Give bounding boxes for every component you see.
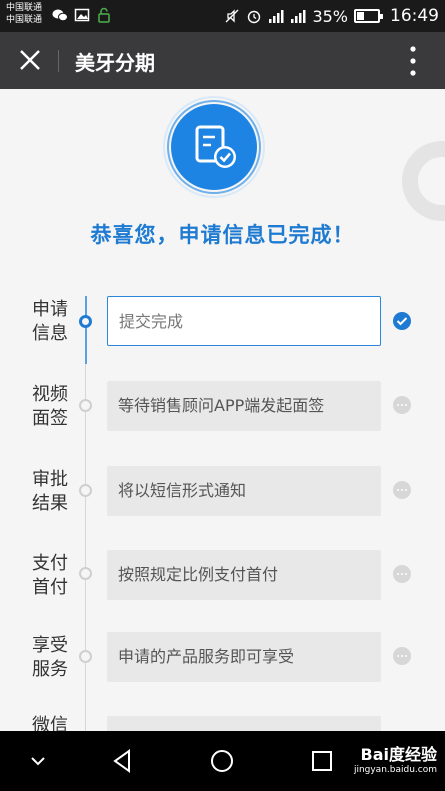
step-label: 支付首付 (32, 553, 68, 598)
step-label: 享受服务 (32, 635, 68, 680)
back-icon[interactable] (107, 745, 139, 777)
wechat-icon (52, 9, 68, 22)
alarm-icon (248, 10, 261, 24)
step-description: 提交完成 (107, 296, 381, 346)
pending-icon (393, 396, 411, 414)
step-description (107, 716, 381, 731)
battery-percent: 35% (312, 6, 348, 26)
step-dot (79, 399, 92, 412)
step-description: 按照规定比例支付首付 (107, 550, 381, 600)
clock: 16:49 (390, 6, 439, 26)
recent-apps-icon[interactable] (306, 745, 338, 777)
pending-icon (393, 481, 411, 499)
step-dot (79, 315, 92, 328)
step-apply-info: 申请信息 提交完成 (0, 296, 445, 376)
signal-h-icon (291, 10, 306, 23)
notification-icons (52, 7, 112, 23)
decorative-circle (402, 141, 445, 221)
page-title: 美牙分期 (75, 51, 155, 75)
step-description: 申请的产品服务即可享受 (107, 632, 381, 682)
carrier-info: 中国联通 中国联通 (6, 2, 42, 26)
step-wechat: 微信 (0, 714, 445, 731)
step-label: 审批结果 (32, 469, 68, 514)
battery-icon (354, 9, 383, 23)
navigation-bar: Bai度经验 jingyan.baidu.com (0, 731, 445, 791)
step-label: 微信 (32, 715, 68, 731)
gallery-icon (74, 8, 90, 22)
main-content: 恭喜您，申请信息已完成！ 申请信息 提交完成 视频面签 等待销售顾问APP端发起… (0, 89, 445, 731)
completed-check-icon (393, 312, 411, 330)
signal-g-icon (269, 10, 284, 23)
status-bar: 中国联通 中国联通 35% 16:49 (0, 0, 445, 32)
pending-icon (393, 647, 411, 665)
step-approval-result: 审批结果 将以短信形式通知 (0, 466, 445, 546)
application-complete-icon (163, 96, 265, 198)
home-icon[interactable] (206, 745, 238, 777)
step-video-sign: 视频面签 等待销售顾问APP端发起面签 (0, 381, 445, 461)
title-bar: 美牙分期 (0, 32, 445, 89)
watermark-url: jingyan.baidu.com (353, 765, 437, 775)
step-down-payment: 支付首付 按照规定比例支付首付 (0, 550, 445, 630)
step-description: 等待销售顾问APP端发起面签 (107, 381, 381, 431)
system-status: 35% 16:49 (224, 6, 439, 26)
step-dot (79, 650, 92, 663)
mute-icon (225, 9, 239, 23)
watermark: Bai度经验 jingyan.baidu.com (354, 741, 437, 775)
step-dot (79, 484, 92, 497)
carrier-2: 中国联通 (6, 15, 43, 25)
lock-icon (98, 7, 110, 23)
pending-icon (393, 565, 411, 583)
title-divider (58, 50, 59, 72)
step-dot (79, 567, 92, 580)
watermark-brand: Bai度经验 (360, 745, 437, 764)
battery-fill (357, 12, 364, 20)
carrier-1: 中国联通 (6, 3, 43, 13)
step-description: 将以短信形式通知 (107, 466, 381, 516)
hide-keyboard-icon[interactable] (22, 745, 54, 777)
step-label: 申请信息 (32, 299, 68, 344)
close-icon[interactable] (14, 44, 46, 76)
more-options-icon[interactable] (403, 44, 423, 78)
step-enjoy-service: 享受服务 申请的产品服务即可享受 (0, 632, 445, 712)
success-message: 恭喜您，申请信息已完成！ (90, 223, 355, 247)
step-label: 视频面签 (32, 384, 68, 429)
